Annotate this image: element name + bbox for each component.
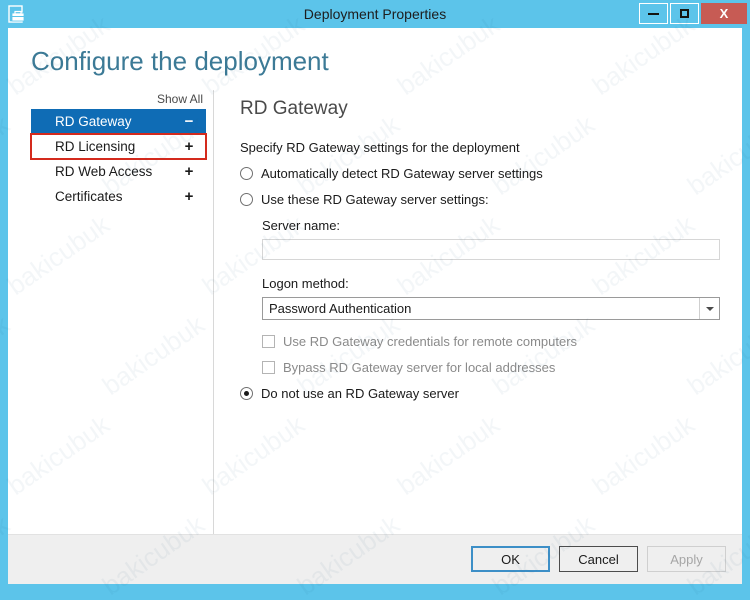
main-pane: RD Gateway Specify RD Gateway settings f… — [240, 98, 730, 412]
logon-method-dropdown[interactable]: Password Authentication — [262, 297, 720, 320]
dialog-footer: OK Cancel Apply — [8, 534, 742, 584]
radio-use-these-settings-label: Use these RD Gateway server settings: — [261, 192, 489, 207]
show-all-row: Show All — [31, 90, 206, 109]
ok-button[interactable]: OK — [471, 546, 550, 572]
sidebar-item-certificates[interactable]: Certificates + — [31, 184, 206, 209]
sidebar-item-rd-licensing[interactable]: RD Licensing + — [30, 133, 207, 160]
checkbox-bypass-local[interactable]: Bypass RD Gateway server for local addre… — [262, 360, 730, 375]
expand-icon: + — [184, 163, 194, 180]
expand-icon: + — [184, 138, 194, 155]
chevron-down-icon[interactable] — [699, 298, 719, 319]
radio-icon — [240, 167, 253, 180]
radio-use-these-settings[interactable]: Use these RD Gateway server settings: — [240, 192, 730, 207]
sidebar-item-label: RD Gateway — [55, 114, 132, 129]
radio-auto-detect[interactable]: Automatically detect RD Gateway server s… — [240, 166, 730, 181]
sidebar-item-label: RD Web Access — [55, 164, 153, 179]
server-settings-group: Server name: Logon method: Password Auth… — [262, 218, 730, 375]
maximize-button[interactable] — [670, 3, 699, 24]
sidebar-item-label: Certificates — [55, 189, 123, 204]
apply-button: Apply — [647, 546, 726, 572]
sidebar-item-rd-gateway[interactable]: RD Gateway − — [31, 109, 206, 134]
server-name-input[interactable] — [262, 239, 720, 260]
page-title: Configure the deployment — [31, 46, 329, 76]
minimize-icon — [648, 12, 659, 15]
sidebar-item-label: RD Licensing — [55, 139, 136, 154]
minimize-button[interactable] — [639, 3, 668, 24]
vertical-divider — [213, 90, 214, 550]
checkbox-use-credentials[interactable]: Use RD Gateway credentials for remote co… — [262, 334, 730, 349]
radio-do-not-use[interactable]: Do not use an RD Gateway server — [240, 386, 730, 401]
dialog-body: Configure the deployment Show All RD Gat… — [8, 28, 742, 584]
footer-buttons: OK Cancel Apply — [471, 546, 726, 572]
window-title: Deployment Properties — [303, 6, 447, 22]
window-controls: X — [639, 3, 747, 24]
checkbox-icon — [262, 361, 275, 374]
checkbox-bypass-local-label: Bypass RD Gateway server for local addre… — [283, 360, 556, 375]
maximize-icon — [680, 9, 689, 18]
radio-do-not-use-label: Do not use an RD Gateway server — [261, 386, 459, 401]
deployment-icon — [6, 3, 28, 25]
radio-icon-selected — [240, 387, 253, 400]
pane-title: RD Gateway — [240, 98, 348, 119]
checkbox-icon — [262, 335, 275, 348]
sidebar-item-rd-web-access[interactable]: RD Web Access + — [31, 159, 206, 184]
expand-icon: + — [184, 188, 194, 205]
radio-auto-detect-label: Automatically detect RD Gateway server s… — [261, 166, 543, 181]
server-name-label: Server name: — [262, 218, 341, 233]
sidebar: Show All RD Gateway − RD Licensing + RD … — [30, 90, 207, 209]
title-bar[interactable]: Deployment Properties X — [0, 0, 750, 28]
deployment-properties-window: Deployment Properties X Configure the de… — [0, 0, 750, 600]
radio-icon — [240, 193, 253, 206]
pane-description: Specify RD Gateway settings for the depl… — [240, 140, 520, 155]
show-all-link[interactable]: Show All — [157, 92, 203, 106]
cancel-button[interactable]: Cancel — [559, 546, 638, 572]
checkbox-use-credentials-label: Use RD Gateway credentials for remote co… — [283, 334, 578, 349]
collapse-icon: − — [184, 113, 194, 130]
logon-method-value: Password Authentication — [269, 301, 412, 316]
close-button[interactable]: X — [701, 3, 747, 24]
logon-method-label: Logon method: — [262, 276, 349, 291]
